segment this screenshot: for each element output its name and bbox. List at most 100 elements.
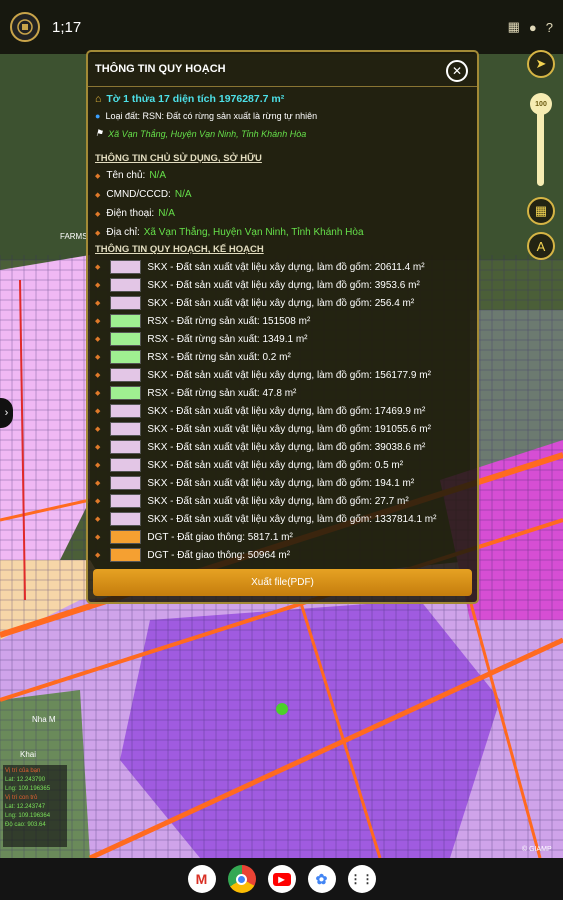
plan-item: ◆ RSX - Đất rừng sản xuất: 0.2 m² bbox=[95, 348, 436, 366]
gmail-icon[interactable]: M bbox=[187, 865, 216, 893]
land-color-swatch bbox=[110, 350, 142, 364]
bullet-icon: ◆ bbox=[95, 444, 101, 451]
plan-item-text: DGT - Đất giao thông: 5817.1 m² bbox=[147, 531, 293, 543]
plan-item-text: SKX - Đất sản xuất vật liệu xây dựng, là… bbox=[147, 513, 437, 525]
bullet-icon: ◆ bbox=[95, 480, 101, 487]
plan-item-text: SKX - Đất sản xuất vật liệu xây dựng, là… bbox=[147, 477, 415, 489]
flag-icon: ⚑ bbox=[95, 128, 104, 138]
bullet-icon: ◆ bbox=[95, 426, 101, 433]
bullet-icon: ◆ bbox=[95, 552, 101, 559]
land-color-swatch bbox=[110, 368, 142, 382]
grid-layers-icon: ▦ bbox=[534, 203, 548, 218]
plan-item: ◆ SKX - Đất sản xuất vật liệu xây dựng, l… bbox=[95, 276, 436, 294]
plan-item: ◆ RSX - Đất rừng sản xuất: 1349.1 m² bbox=[95, 330, 436, 348]
zoom-slider-handle[interactable]: 100 bbox=[530, 93, 552, 115]
close-button[interactable]: ✕ bbox=[446, 60, 468, 82]
land-color-swatch bbox=[110, 404, 142, 418]
bullet-icon: ◆ bbox=[95, 264, 101, 271]
house-icon: ⌂ bbox=[95, 93, 102, 105]
cursor-lng: Lng: 109.196364 bbox=[5, 813, 51, 819]
plan-item-text: SKX - Đất sản xuất vật liệu xây dựng, là… bbox=[147, 423, 431, 435]
plan-item-text: SKX - Đất sản xuất vật liệu xây dựng, là… bbox=[147, 495, 409, 507]
keyboard-icon[interactable]: ▦ bbox=[508, 19, 520, 35]
land-color-swatch bbox=[110, 440, 142, 454]
owner-id-label: CMND/CCCD: bbox=[106, 189, 171, 200]
microphone-icon[interactable]: ● bbox=[529, 20, 537, 35]
search-input[interactable]: 1;17 bbox=[52, 19, 499, 36]
bullet-icon: ◆ bbox=[95, 534, 101, 541]
planning-info-panel: THÔNG TIN QUY HOẠCH ✕ ⌂ Tờ 1 thửa 17 diệ… bbox=[86, 50, 479, 604]
owner-phone-row: ◆ Điện thoại: N/A bbox=[95, 208, 175, 219]
location-lng: Lng: 109.196365 bbox=[5, 786, 51, 792]
land-type-row: ● Loại đất: RSN: Đất có rừng sản xuất là… bbox=[95, 111, 317, 121]
text-tool-button[interactable]: A bbox=[527, 232, 555, 260]
cursor-lat: Lat: 12.243747 bbox=[5, 804, 46, 810]
chrome-icon[interactable] bbox=[227, 865, 256, 893]
owner-id-value: N/A bbox=[174, 189, 192, 200]
land-color-swatch bbox=[110, 332, 142, 346]
bullet-icon: ◆ bbox=[95, 282, 101, 289]
locate-button[interactable]: ➤ bbox=[527, 50, 555, 78]
help-icon[interactable]: ? bbox=[546, 20, 553, 35]
plan-item-text: SKX - Đất sản xuất vật liệu xây dựng, là… bbox=[147, 459, 404, 471]
bullet-icon: ◆ bbox=[95, 336, 101, 343]
plan-item: ◆ SKX - Đất sản xuất vật liệu xây dựng, l… bbox=[95, 258, 436, 276]
close-icon: ✕ bbox=[451, 64, 463, 78]
plan-item: ◆ RSX - Đất rừng sản xuất: 151508 m² bbox=[95, 312, 436, 330]
bullet-icon: ◆ bbox=[95, 408, 101, 415]
bullet-icon: ◆ bbox=[95, 191, 101, 199]
plan-item-text: SKX - Đất sản xuất vật liệu xây dựng, là… bbox=[147, 369, 431, 381]
owner-phone-label: Điện thoại: bbox=[106, 208, 155, 219]
youtube-icon[interactable]: ▶ bbox=[267, 865, 296, 893]
land-color-swatch bbox=[110, 548, 142, 562]
owner-phone-value: N/A bbox=[158, 208, 175, 219]
land-type: Loại đất: RSN: Đất có rừng sản xuất là r… bbox=[105, 111, 318, 121]
bullet-icon: ◆ bbox=[95, 172, 101, 180]
owner-name-row: ◆ Tên chủ: N/A bbox=[95, 170, 166, 181]
location-text: Xã Vạn Thắng, Huyện Vạn Ninh, Tỉnh Khánh… bbox=[108, 128, 307, 139]
map-label-district: Nha M bbox=[32, 715, 56, 724]
bullet-icon: ◆ bbox=[95, 300, 101, 307]
land-color-swatch bbox=[110, 494, 142, 508]
plan-item-text: DGT - Đất giao thông: 50964 m² bbox=[147, 549, 291, 561]
land-color-swatch bbox=[110, 476, 142, 490]
search-bar: 1;17 ▦ ● ? bbox=[0, 0, 563, 54]
taskbar: M ▶ ✿ ⋮⋮ bbox=[0, 858, 563, 900]
divider bbox=[88, 86, 477, 87]
land-color-swatch bbox=[110, 422, 142, 436]
plan-item: ◆ DGT - Đất giao thông: 5817.1 m² bbox=[95, 528, 436, 546]
export-pdf-button[interactable]: Xuất file(PDF) bbox=[93, 569, 472, 596]
owner-section-heading: THÔNG TIN CHỦ SỬ DỤNG, SỞ HỮU bbox=[95, 153, 262, 164]
bullet-icon: ◆ bbox=[95, 354, 101, 361]
plan-item: ◆ SKX - Đất sản xuất vật liệu xây dựng, l… bbox=[95, 474, 436, 492]
bullet-icon: ◆ bbox=[95, 229, 101, 237]
photos-icon[interactable]: ✿ bbox=[307, 865, 336, 893]
plan-item: ◆ SKX - Đất sản xuất vật liệu xây dựng, l… bbox=[95, 366, 436, 384]
bullet-icon: ◆ bbox=[95, 318, 101, 325]
layers-button[interactable]: ▦ bbox=[527, 197, 555, 225]
plan-list: ◆ SKX - Đất sản xuất vật liệu xây dựng, l… bbox=[95, 258, 436, 564]
land-color-swatch bbox=[110, 458, 142, 472]
plan-item-text: SKX - Đất sản xuất vật liệu xây dựng, là… bbox=[147, 405, 426, 417]
owner-name-value: N/A bbox=[149, 170, 166, 181]
app-drawer-icon[interactable]: ⋮⋮ bbox=[347, 865, 376, 893]
plan-item: ◆ SKX - Đất sản xuất vật liệu xây dựng, l… bbox=[95, 456, 436, 474]
plan-item: ◆ SKX - Đất sản xuất vật liệu xây dựng, l… bbox=[95, 438, 436, 456]
location-info-box: Vị trí của bạn Lat: 12.243790 Lng: 109.1… bbox=[3, 765, 67, 847]
land-color-swatch bbox=[110, 296, 142, 310]
plan-item-text: RSX - Đất rừng sản xuất: 1349.1 m² bbox=[147, 333, 308, 345]
panel-title: THÔNG TIN QUY HOẠCH bbox=[95, 63, 226, 75]
navigation-arrow-icon: ➤ bbox=[535, 56, 547, 71]
bullet-icon: ◆ bbox=[95, 210, 101, 218]
owner-id-row: ◆ CMND/CCCD: N/A bbox=[95, 189, 192, 200]
plan-item: ◆ DGT - Đất giao thông: 50964 m² bbox=[95, 546, 436, 564]
altitude-readout: Độ cao: 903.64 bbox=[5, 822, 46, 828]
location-row: ⚑ Xã Vạn Thắng, Huyện Vạn Ninh, Tỉnh Khá… bbox=[95, 128, 306, 139]
app-logo-icon[interactable] bbox=[10, 12, 40, 42]
chevron-right-icon: › bbox=[4, 407, 9, 419]
plan-item: ◆ RSX - Đất rừng sản xuất: 47.8 m² bbox=[95, 384, 436, 402]
bullet-icon: ◆ bbox=[95, 372, 101, 379]
parcel-title-row: ⌂ Tờ 1 thửa 17 diện tích 1976287.7 m² bbox=[95, 93, 284, 105]
owner-address-label: Địa chỉ: bbox=[106, 227, 140, 238]
land-color-swatch bbox=[110, 260, 142, 274]
